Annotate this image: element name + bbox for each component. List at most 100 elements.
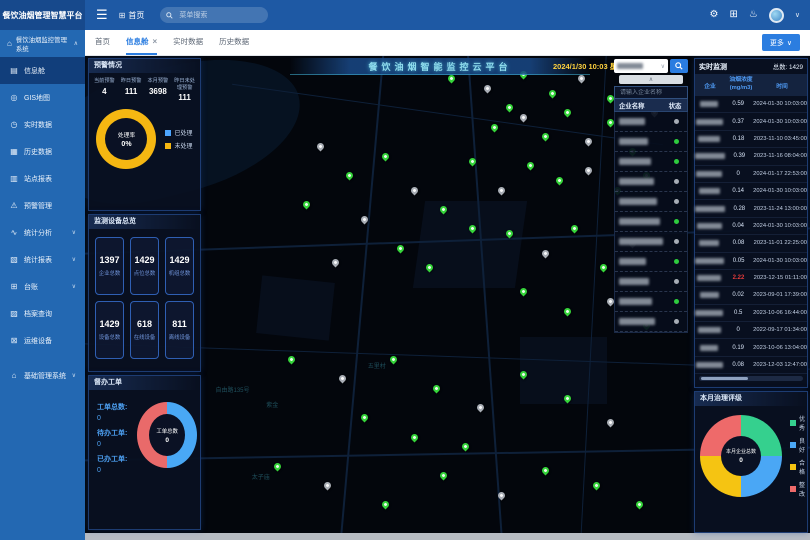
- map-pin-online[interactable]: [381, 500, 391, 510]
- map-pin-offline[interactable]: [577, 74, 587, 84]
- tab-close-icon[interactable]: ×: [153, 37, 158, 46]
- map-pin-online[interactable]: [345, 171, 355, 181]
- theme-icon[interactable]: ⚙: [710, 10, 719, 20]
- map-pin-online[interactable]: [410, 432, 420, 442]
- realtime-row[interactable]: 0.082023-12-03 12:47:00: [695, 357, 807, 374]
- user-avatar[interactable]: [769, 8, 784, 23]
- map-pin-online[interactable]: [562, 108, 572, 118]
- sidebar-system-header[interactable]: ⌂ 餐饮油烟监控管理系统 ∧: [0, 30, 85, 57]
- realtime-row[interactable]: 0.052024-01-30 10:03:00: [695, 253, 807, 270]
- realtime-row[interactable]: 0.282023-11-24 13:00:00: [695, 200, 807, 217]
- company-row[interactable]: [615, 272, 687, 292]
- realtime-row[interactable]: 2.222023-12-15 01:11:00: [695, 270, 807, 287]
- notification-icon[interactable]: ♨: [749, 10, 758, 20]
- more-button[interactable]: 更多 ∨: [762, 34, 800, 51]
- company-row[interactable]: [615, 112, 687, 132]
- realtime-row[interactable]: 0.592024-01-30 10:03:00: [695, 96, 807, 113]
- map-pin-online[interactable]: [388, 355, 398, 365]
- sidebar-item-gis-map[interactable]: ◎GIS地图: [0, 84, 85, 111]
- map-pin-offline[interactable]: [330, 258, 340, 268]
- realtime-row[interactable]: 0.142024-01-30 10:03:00: [695, 183, 807, 200]
- sidebar-item-warning-mgmt[interactable]: ⚠预警管理: [0, 192, 85, 219]
- realtime-row[interactable]: 0.52023-10-06 16:44:00: [695, 305, 807, 322]
- map-pin-online[interactable]: [504, 229, 514, 239]
- menu-search-box[interactable]: [160, 7, 268, 23]
- map-pin-online[interactable]: [432, 384, 442, 394]
- tab-realtime[interactable]: 实时数据: [173, 30, 203, 55]
- tab-info-cabin[interactable]: 信息舱×: [126, 30, 157, 55]
- company-row[interactable]: [615, 172, 687, 192]
- map-pin-online[interactable]: [490, 122, 500, 132]
- map-pin-online[interactable]: [468, 156, 478, 166]
- map-pin-online[interactable]: [439, 471, 449, 481]
- menu-search-input[interactable]: [177, 11, 262, 20]
- map-pin-online[interactable]: [439, 205, 449, 215]
- realtime-row[interactable]: 0.392023-11-16 08:04:00: [695, 148, 807, 165]
- sidebar-item-base-system[interactable]: ⌂基础管理系统∨: [0, 362, 85, 389]
- sidebar-item-ledger[interactable]: ⊞台账∨: [0, 273, 85, 300]
- sidebar-item-info-cabin[interactable]: ▤信息舱: [0, 57, 85, 84]
- realtime-row[interactable]: 0.082023-11-01 22:25:00: [695, 235, 807, 252]
- tab-home[interactable]: 首页: [95, 30, 110, 55]
- map-pin-online[interactable]: [359, 413, 369, 423]
- map-pin-offline[interactable]: [519, 113, 529, 123]
- map-pin-online[interactable]: [287, 355, 297, 365]
- map-pin-online[interactable]: [381, 151, 391, 161]
- map-pin-online[interactable]: [591, 480, 601, 490]
- sidebar-item-stat-report[interactable]: ▧统计报表∨: [0, 246, 85, 273]
- apps-icon[interactable]: ⊞: [730, 10, 738, 20]
- collapse-list-button[interactable]: ∧: [619, 75, 683, 84]
- realtime-row[interactable]: 0.182023-11-10 03:45:00: [695, 131, 807, 148]
- map-pin-offline[interactable]: [337, 374, 347, 384]
- map-pin-online[interactable]: [540, 132, 550, 142]
- map-pin-online[interactable]: [569, 224, 579, 234]
- map-pin-offline[interactable]: [359, 214, 369, 224]
- map-pin-offline[interactable]: [316, 142, 326, 152]
- map-pin-offline[interactable]: [584, 166, 594, 176]
- map-pin-offline[interactable]: [497, 490, 507, 500]
- company-row[interactable]: [615, 232, 687, 252]
- map-pin-offline[interactable]: [475, 403, 485, 413]
- sidebar-item-archive-query[interactable]: ▨档案查询: [0, 300, 85, 327]
- map-pin-online[interactable]: [446, 74, 456, 84]
- realtime-row[interactable]: 02022-09-17 01:34:00: [695, 322, 807, 339]
- realtime-row[interactable]: 0.192023-10-06 13:04:00: [695, 339, 807, 356]
- company-row[interactable]: [615, 132, 687, 152]
- breadcrumb[interactable]: ⊞ 首页: [119, 10, 145, 21]
- scrollbar-thumb[interactable]: [701, 377, 748, 380]
- sidebar-item-site-report[interactable]: ▥站点报表: [0, 165, 85, 192]
- map-pin-online[interactable]: [555, 176, 565, 186]
- horizontal-scrollbar[interactable]: [699, 376, 803, 381]
- realtime-row[interactable]: 0.372024-01-30 10:03:00: [695, 113, 807, 130]
- company-row[interactable]: [615, 292, 687, 312]
- map-pin-online[interactable]: [468, 224, 478, 234]
- company-row[interactable]: [615, 312, 687, 332]
- map-pin-offline[interactable]: [497, 185, 507, 195]
- company-name-input[interactable]: [618, 89, 684, 97]
- hamburger-menu-icon[interactable]: ☰: [96, 7, 108, 23]
- company-filter-select[interactable]: ∨: [614, 59, 668, 73]
- map-pin-offline[interactable]: [584, 137, 594, 147]
- map-pin-online[interactable]: [504, 103, 514, 113]
- realtime-row[interactable]: 0.022023-09-01 17:39:00: [695, 287, 807, 304]
- company-row[interactable]: [615, 152, 687, 172]
- map-pin-online[interactable]: [519, 369, 529, 379]
- map-pin-offline[interactable]: [540, 248, 550, 258]
- realtime-row[interactable]: 02024-01-17 22:53:00: [695, 166, 807, 183]
- company-search-button[interactable]: [670, 59, 688, 73]
- map-pin-online[interactable]: [301, 200, 311, 210]
- map-pin-online[interactable]: [424, 263, 434, 273]
- sidebar-item-ops-device[interactable]: ⊠运维设备: [0, 327, 85, 354]
- company-row[interactable]: [615, 192, 687, 212]
- map-pin-online[interactable]: [272, 461, 282, 471]
- company-name-search-box[interactable]: [614, 86, 688, 99]
- map-pin-online[interactable]: [519, 287, 529, 297]
- map-pin-online[interactable]: [461, 442, 471, 452]
- map-pin-offline[interactable]: [410, 185, 420, 195]
- map-pin-online[interactable]: [562, 393, 572, 403]
- map-pin-offline[interactable]: [482, 84, 492, 94]
- sidebar-item-history-data[interactable]: ▦历史数据: [0, 138, 85, 165]
- map-pin-online[interactable]: [598, 263, 608, 273]
- company-row[interactable]: [615, 212, 687, 232]
- chevron-down-icon[interactable]: ∨: [795, 11, 800, 19]
